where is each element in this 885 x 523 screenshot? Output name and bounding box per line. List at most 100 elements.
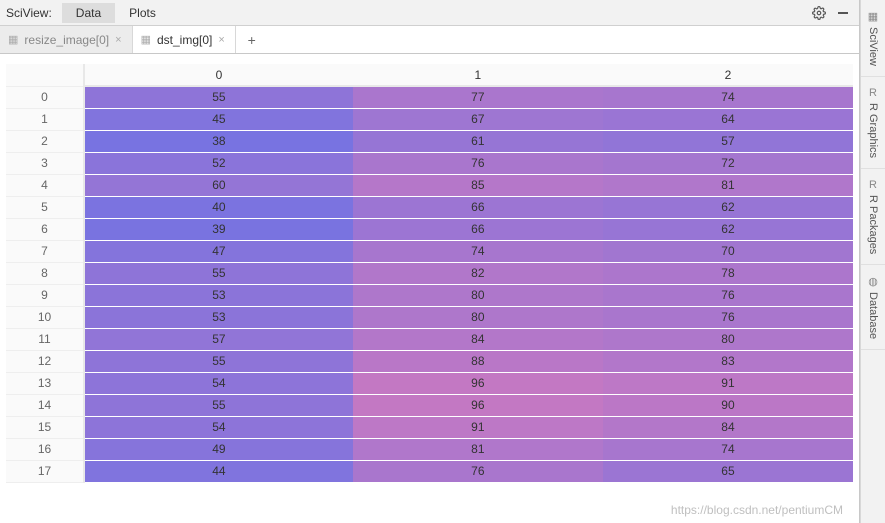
data-cell[interactable]: 76	[603, 284, 853, 306]
table-row[interactable]: 7477470	[6, 240, 853, 262]
table-row[interactable]: 17447665	[6, 460, 853, 482]
data-cell[interactable]: 39	[84, 218, 353, 240]
data-cell[interactable]: 76	[353, 460, 603, 482]
table-row[interactable]: 11578480	[6, 328, 853, 350]
data-cell[interactable]: 55	[84, 262, 353, 284]
data-cell[interactable]: 66	[353, 196, 603, 218]
data-cell[interactable]: 47	[84, 240, 353, 262]
data-cell[interactable]: 64	[603, 108, 853, 130]
table-row[interactable]: 3527672	[6, 152, 853, 174]
data-cell[interactable]: 54	[84, 372, 353, 394]
data-cell[interactable]: 80	[603, 328, 853, 350]
data-cell[interactable]: 91	[603, 372, 853, 394]
add-tab-button[interactable]: +	[236, 26, 268, 53]
file-tab-label: resize_image[0]	[24, 33, 109, 47]
table-icon: ▦	[141, 33, 151, 46]
data-cell[interactable]: 81	[603, 174, 853, 196]
file-tabs: ▦ resize_image[0] × ▦ dst_img[0] × +	[0, 26, 859, 54]
minimize-icon[interactable]	[833, 3, 853, 23]
col-header[interactable]: 1	[353, 64, 603, 86]
row-index: 4	[6, 174, 84, 196]
data-cell[interactable]: 81	[353, 438, 603, 460]
col-header[interactable]: 2	[603, 64, 853, 86]
data-cell[interactable]: 44	[84, 460, 353, 482]
data-cell[interactable]: 38	[84, 130, 353, 152]
data-cell[interactable]: 40	[84, 196, 353, 218]
col-header[interactable]: 0	[84, 64, 353, 86]
table-row[interactable]: 13549691	[6, 372, 853, 394]
table-row[interactable]: 5406662	[6, 196, 853, 218]
data-cell[interactable]: 84	[353, 328, 603, 350]
data-cell[interactable]: 52	[84, 152, 353, 174]
row-index: 10	[6, 306, 84, 328]
table-row[interactable]: 15549184	[6, 416, 853, 438]
data-cell[interactable]: 66	[353, 218, 603, 240]
close-icon[interactable]: ×	[218, 34, 224, 46]
data-cell[interactable]: 72	[603, 152, 853, 174]
table-row[interactable]: 10538076	[6, 306, 853, 328]
table-row[interactable]: 6396662	[6, 218, 853, 240]
data-cell[interactable]: 67	[353, 108, 603, 130]
row-index: 15	[6, 416, 84, 438]
file-tab-dst-img[interactable]: ▦ dst_img[0] ×	[133, 26, 236, 53]
rail-item-database[interactable]: ◍ Database	[861, 265, 885, 350]
data-cell[interactable]: 85	[353, 174, 603, 196]
data-cell[interactable]: 88	[353, 350, 603, 372]
data-cell[interactable]: 49	[84, 438, 353, 460]
row-index: 3	[6, 152, 84, 174]
data-cell[interactable]: 55	[84, 350, 353, 372]
rail-item-rgraphics[interactable]: R R Graphics	[861, 77, 885, 169]
data-cell[interactable]: 84	[603, 416, 853, 438]
data-cell[interactable]: 74	[353, 240, 603, 262]
data-cell[interactable]: 90	[603, 394, 853, 416]
data-cell[interactable]: 55	[84, 86, 353, 108]
data-cell[interactable]: 70	[603, 240, 853, 262]
row-index: 7	[6, 240, 84, 262]
data-cell[interactable]: 82	[353, 262, 603, 284]
table-row[interactable]: 8558278	[6, 262, 853, 284]
data-cell[interactable]: 91	[353, 416, 603, 438]
file-tab-resize-image[interactable]: ▦ resize_image[0] ×	[0, 26, 133, 53]
rail-label: Database	[867, 292, 879, 339]
table-icon: ▦	[8, 33, 18, 46]
data-cell[interactable]: 57	[84, 328, 353, 350]
data-cell[interactable]: 76	[603, 306, 853, 328]
data-cell[interactable]: 62	[603, 218, 853, 240]
data-cell[interactable]: 45	[84, 108, 353, 130]
row-index: 1	[6, 108, 84, 130]
data-cell[interactable]: 62	[603, 196, 853, 218]
data-cell[interactable]: 78	[603, 262, 853, 284]
data-cell[interactable]: 53	[84, 306, 353, 328]
table-row[interactable]: 1456764	[6, 108, 853, 130]
table-row[interactable]: 2386157	[6, 130, 853, 152]
data-cell[interactable]: 54	[84, 416, 353, 438]
rail-item-sciview[interactable]: ▦ SciView	[861, 0, 885, 77]
subtab-plots[interactable]: Plots	[115, 3, 170, 23]
data-cell[interactable]: 76	[353, 152, 603, 174]
rail-item-rpackages[interactable]: R R Packages	[861, 169, 885, 265]
gear-icon[interactable]	[809, 3, 829, 23]
data-cell[interactable]: 55	[84, 394, 353, 416]
data-cell[interactable]: 57	[603, 130, 853, 152]
data-cell[interactable]: 60	[84, 174, 353, 196]
data-cell[interactable]: 96	[353, 394, 603, 416]
table-row[interactable]: 9538076	[6, 284, 853, 306]
data-table: 0 1 2 0557774145676423861573527672460858…	[6, 64, 853, 483]
data-cell[interactable]: 83	[603, 350, 853, 372]
data-cell[interactable]: 77	[353, 86, 603, 108]
data-cell[interactable]: 61	[353, 130, 603, 152]
data-cell[interactable]: 80	[353, 284, 603, 306]
data-cell[interactable]: 96	[353, 372, 603, 394]
close-icon[interactable]: ×	[115, 34, 121, 46]
table-row[interactable]: 12558883	[6, 350, 853, 372]
data-cell[interactable]: 65	[603, 460, 853, 482]
data-cell[interactable]: 80	[353, 306, 603, 328]
table-row[interactable]: 4608581	[6, 174, 853, 196]
data-cell[interactable]: 74	[603, 438, 853, 460]
subtab-data[interactable]: Data	[62, 3, 115, 23]
table-row[interactable]: 14559690	[6, 394, 853, 416]
data-cell[interactable]: 53	[84, 284, 353, 306]
data-cell[interactable]: 74	[603, 86, 853, 108]
table-row[interactable]: 0557774	[6, 86, 853, 108]
table-row[interactable]: 16498174	[6, 438, 853, 460]
